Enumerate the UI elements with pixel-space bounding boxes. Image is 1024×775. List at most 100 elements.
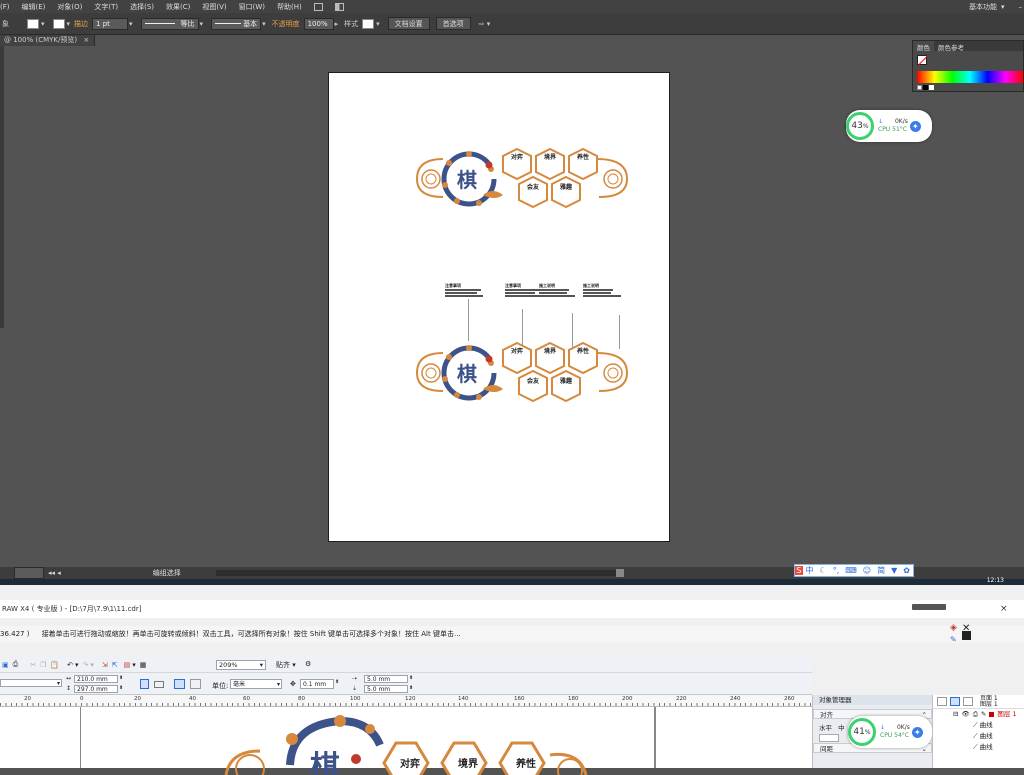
accelerate-icon-2[interactable]: ✦ [911, 726, 923, 738]
current-page-button[interactable] [190, 679, 201, 689]
bridge-icon[interactable] [313, 2, 323, 11]
scroll-thumb[interactable] [616, 569, 624, 577]
menu-file[interactable]: (F) [0, 3, 10, 11]
accelerate-icon[interactable]: ✦ [909, 120, 921, 132]
save-icon[interactable]: ▣ [2, 661, 9, 669]
tab-color-guide[interactable]: 颜色参考 [934, 41, 968, 52]
menu-help[interactable]: 帮助(H) [277, 2, 302, 12]
menu-view[interactable]: 视图(V) [202, 2, 226, 12]
black-swatch[interactable] [923, 85, 928, 90]
opacity-label[interactable]: 不透明度 [272, 19, 300, 29]
snap-to-menu[interactable]: 贴齐 ▾ [276, 660, 296, 670]
close-tab-icon[interactable]: × [83, 36, 89, 44]
ime-logo-icon[interactable]: S [795, 566, 803, 575]
height-spinner-icon[interactable]: ⬍ [119, 685, 123, 691]
none-swatch[interactable] [917, 85, 922, 90]
cpu-monitor-widget[interactable]: 43% ↓ 0K/s CPU 51°C ✦ [846, 110, 932, 142]
dup-y-spinner-icon[interactable]: ⬍ [409, 685, 413, 691]
cut-icon[interactable]: ✂ [30, 661, 36, 669]
menu-select[interactable]: 选择(S) [130, 2, 154, 12]
workspace-switcher[interactable]: 基本功能 [969, 2, 997, 12]
opacity-field[interactable]: 100% [303, 17, 334, 30]
menu-type[interactable]: 文字(T) [94, 2, 118, 12]
stroke-dropdown-icon[interactable]: ▾ [67, 20, 71, 28]
first-artboard-icon[interactable]: ◂◂ ◂ [48, 569, 61, 577]
ime-chinese-mode[interactable]: 中 [806, 565, 814, 576]
brush-definition[interactable]: 基本 [211, 17, 262, 30]
expand-toggle-icon[interactable]: ⊟ [953, 709, 958, 720]
print-toggle-icon[interactable]: ⎙ [973, 709, 978, 720]
menu-effect[interactable]: 效果(C) [166, 2, 190, 12]
ime-skin-icon[interactable]: ▼ [891, 566, 897, 575]
preferences-button[interactable]: 首选项 [435, 17, 471, 30]
tree-item[interactable]: ⟋ 曲线 [933, 742, 1024, 753]
ime-simplified-icon[interactable]: 简 [877, 565, 885, 576]
stroke-weight-chevron-icon[interactable]: ▾ [129, 20, 133, 28]
workspace-chevron-icon[interactable]: ▾ [1001, 3, 1005, 11]
outline-pen-icon[interactable]: ✎ [950, 631, 957, 648]
stroke-weight-field[interactable]: 1 pt [92, 17, 129, 30]
close-icon[interactable]: × [1000, 600, 1008, 618]
white-swatch[interactable] [929, 85, 934, 90]
layer-manager-icon[interactable] [963, 697, 973, 706]
page-size-select[interactable]: ▾ [0, 679, 62, 687]
ime-punct-icon[interactable]: °, [833, 566, 840, 575]
menu-window[interactable]: 窗口(W) [239, 2, 265, 12]
stroke-label[interactable]: 描边 [74, 19, 88, 29]
publish-chevron-icon[interactable]: ▾ [132, 661, 136, 669]
cpu-monitor-widget-2[interactable]: 41% ↓ 0K/s CPU 54°C ✦ [848, 716, 932, 748]
zoom-field[interactable] [14, 567, 44, 579]
style-chevron-icon[interactable]: ▾ [376, 20, 380, 28]
ime-settings-icon[interactable]: ✿ [903, 566, 910, 575]
fill-dropdown-icon[interactable]: ▾ [41, 20, 45, 28]
export-icon[interactable]: ⇱ [112, 661, 118, 669]
print-icon[interactable]: ⎙ [13, 660, 19, 669]
duplicate-x-field[interactable]: 5.0 mm [364, 675, 408, 683]
center-option[interactable] [819, 734, 839, 742]
app-launcher-icon[interactable]: ▦ [140, 661, 147, 669]
page-width-field[interactable]: 210.0 mm [74, 675, 118, 683]
zoom-level-select[interactable]: 209% ▾ [216, 660, 266, 670]
width-spinner-icon[interactable]: ⬍ [119, 675, 123, 681]
copy-icon[interactable]: ❐ [40, 661, 46, 669]
profile-chevron-icon[interactable]: ▾ [200, 20, 204, 28]
lock-icon[interactable]: ✎ [981, 709, 986, 720]
paste-icon[interactable]: 📋 [50, 661, 59, 669]
tree-item[interactable]: ⟋ 曲线 [933, 720, 1024, 731]
horizontal-ruler[interactable]: 20 0 20 40 60 80 100 120 140 160 180 200… [0, 695, 812, 707]
undo-chevron-icon[interactable]: ▾ [75, 661, 79, 669]
duplicate-y-field[interactable]: 5.0 mm [364, 685, 408, 693]
portrait-button[interactable] [140, 679, 149, 689]
redo-chevron-icon[interactable]: ▾ [90, 661, 94, 669]
minimize-button[interactable] [912, 604, 946, 610]
dup-x-spinner-icon[interactable]: ⬍ [409, 675, 413, 681]
page-height-field[interactable]: 297.0 mm [74, 685, 118, 693]
menu-edit[interactable]: 编辑(E) [22, 2, 46, 12]
ime-moon-icon[interactable]: ☾ [820, 566, 827, 575]
tab-color[interactable]: 颜色 [913, 41, 934, 52]
landscape-button[interactable] [154, 681, 164, 688]
unit-select[interactable]: 毫米 ▾ [230, 679, 282, 689]
ime-keyboard-icon[interactable]: ⌨ [845, 566, 857, 575]
fill-swatch[interactable] [27, 18, 39, 29]
horizontal-scrollbar[interactable] [216, 570, 616, 576]
coreldraw-canvas[interactable]: 棋 对弈 境界 养性 [0, 707, 812, 775]
redo-icon[interactable]: ↷ [83, 661, 89, 669]
document-tab[interactable]: @ 100% (CMYK/预览) × [0, 35, 95, 46]
nudge-spinner-icon[interactable]: ⬍ [335, 679, 339, 685]
publish-pdf-icon[interactable]: ▤ [124, 661, 131, 669]
page-node[interactable]: 页面 1 图层 1 [980, 695, 998, 708]
opacity-chevron-icon[interactable]: ▸ [335, 20, 339, 28]
variable-width-profile[interactable]: 等比 [140, 17, 199, 30]
fill-stroke-proxy[interactable] [917, 55, 928, 66]
all-pages-button[interactable] [174, 679, 185, 689]
undo-icon[interactable]: ↶ [67, 661, 73, 669]
minimize-icon[interactable]: – [1019, 3, 1023, 11]
options-icon[interactable]: ⚙ [305, 660, 311, 668]
document-setup-button[interactable]: 文档设置 [387, 17, 430, 30]
ime-face-icon[interactable]: ☺ [863, 566, 871, 575]
tree-item[interactable]: ⟋ 曲线 [933, 731, 1024, 742]
color-spectrum[interactable] [917, 71, 1023, 83]
edit-across-layers-icon[interactable] [950, 697, 960, 706]
nudge-distance-field[interactable]: 0.1 mm [300, 679, 334, 689]
